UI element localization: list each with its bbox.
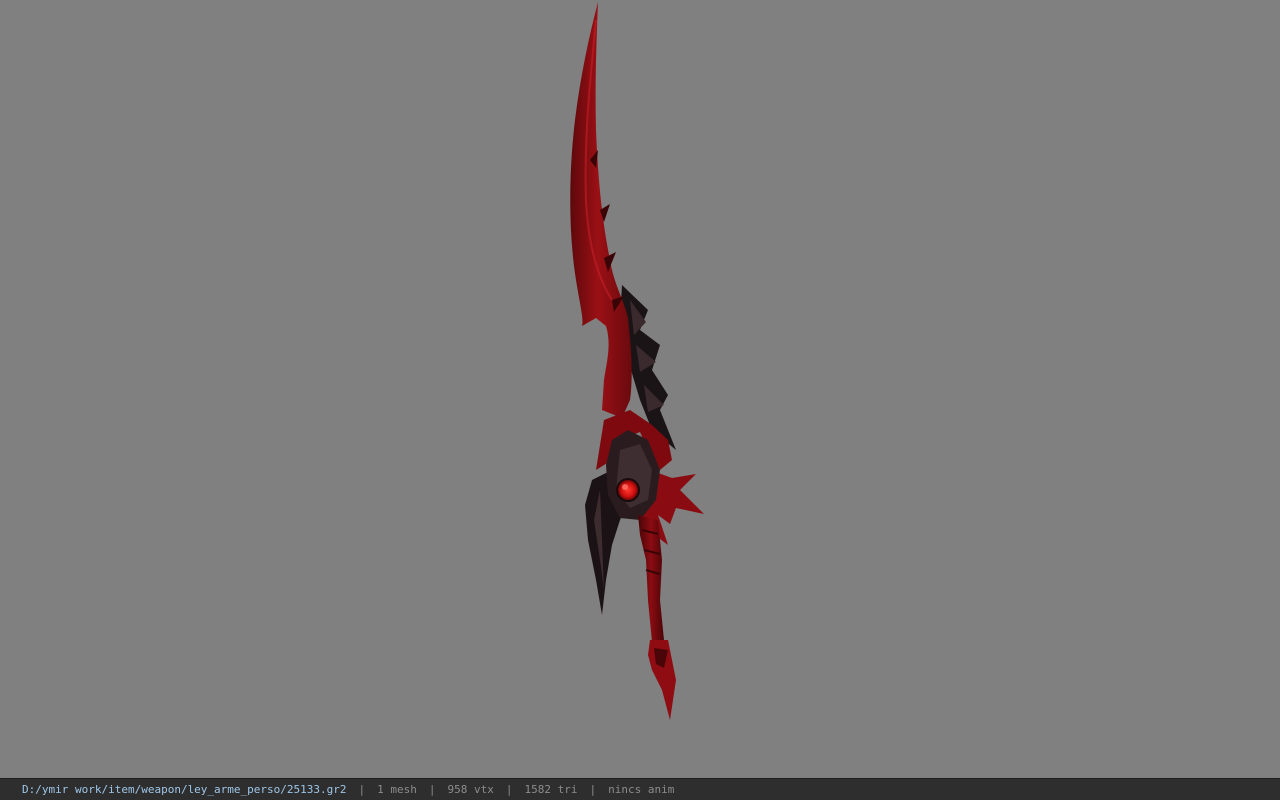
- status-bar: D:/ymir work/item/weapon/ley_arme_perso/…: [0, 778, 1280, 800]
- mesh-count: 1 mesh: [377, 783, 417, 796]
- separator: |: [428, 783, 436, 796]
- file-path: D:/ymir work/item/weapon/ley_arme_perso/…: [22, 783, 347, 796]
- sword-model: [570, 2, 704, 720]
- triangle-count: 1582 tri: [524, 783, 578, 796]
- 3d-viewport[interactable]: [0, 0, 1280, 778]
- separator: |: [358, 783, 366, 796]
- gem: [616, 478, 640, 502]
- animation-status: nincs anim: [608, 783, 675, 796]
- vertex-count: 958 vtx: [447, 783, 494, 796]
- separator: |: [505, 783, 513, 796]
- separator: |: [589, 783, 597, 796]
